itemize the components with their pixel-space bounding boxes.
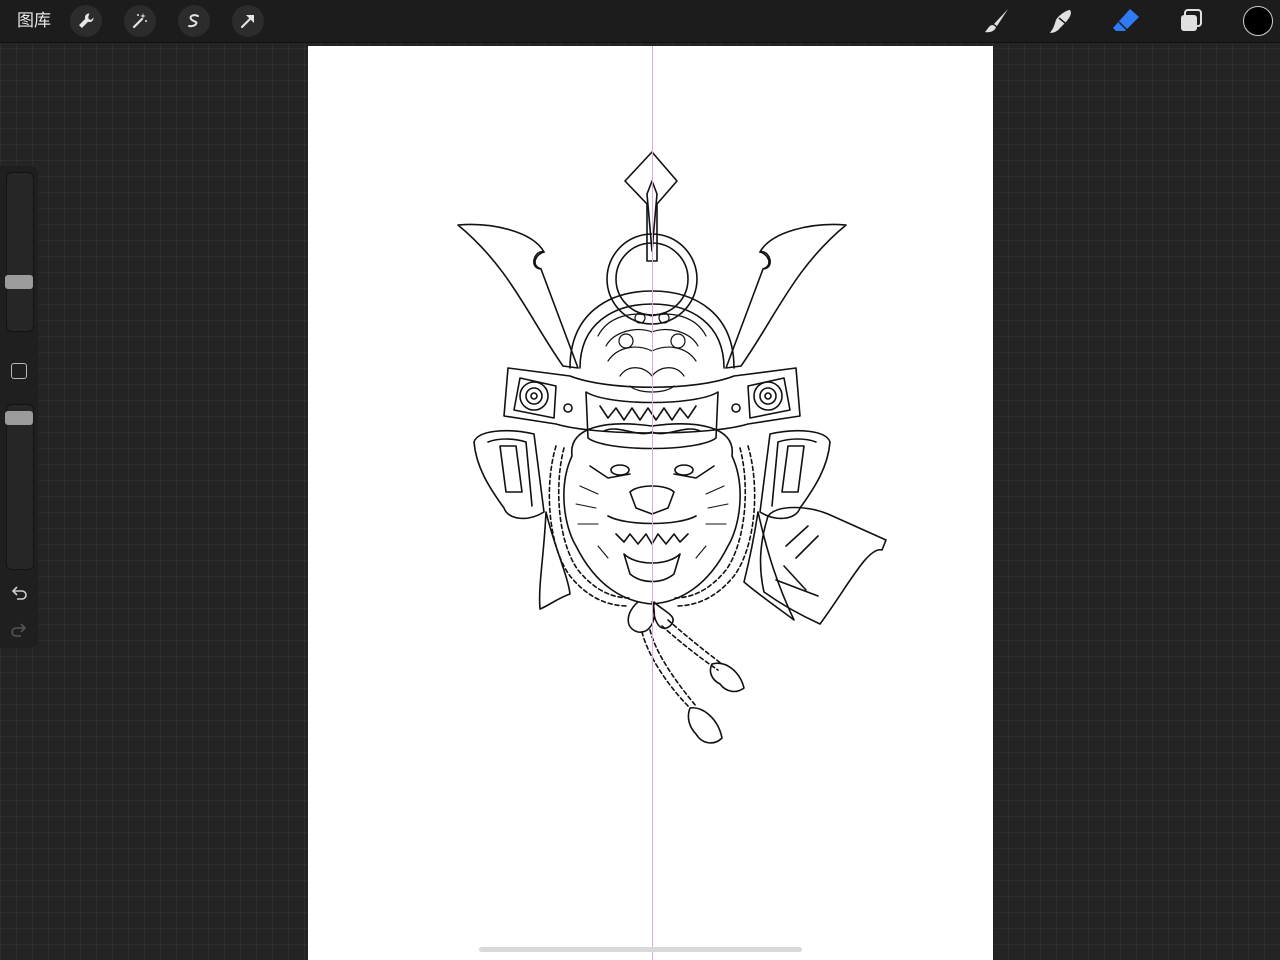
modify-button[interactable] — [11, 363, 27, 379]
brush-size-slider[interactable] — [5, 172, 34, 332]
drawing-canvas[interactable] — [308, 46, 993, 960]
brush-size-thumb[interactable] — [5, 275, 33, 289]
actions-wrench-icon[interactable] — [70, 5, 102, 37]
brush-icon[interactable] — [980, 4, 1014, 38]
selection-icon[interactable] — [178, 5, 210, 37]
top-toolbar: 图库 — [0, 0, 1280, 43]
home-indicator[interactable] — [479, 947, 802, 952]
smudge-icon[interactable] — [1044, 4, 1078, 38]
color-picker-swatch[interactable] — [1243, 6, 1273, 36]
opacity-thumb[interactable] — [5, 411, 33, 425]
gallery-button[interactable]: 图库 — [17, 10, 51, 32]
redo-icon[interactable] — [9, 620, 29, 640]
opacity-slider[interactable] — [5, 404, 34, 570]
samurai-artwork — [457, 151, 887, 744]
symmetry-guide-line — [652, 46, 653, 960]
transform-arrow-icon[interactable] — [232, 5, 264, 37]
left-sidebar — [0, 166, 38, 648]
eraser-icon[interactable] — [1109, 4, 1143, 38]
layers-icon[interactable] — [1174, 4, 1208, 38]
adjustments-wand-icon[interactable] — [124, 5, 156, 37]
undo-icon[interactable] — [9, 583, 29, 603]
